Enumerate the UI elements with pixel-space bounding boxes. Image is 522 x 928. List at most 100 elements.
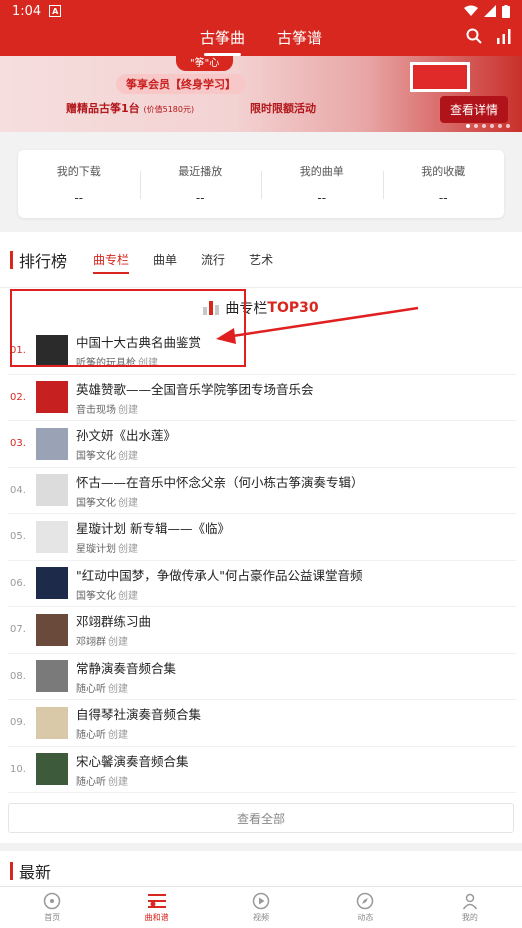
album-name: 中国十大古典名曲鉴赏: [76, 335, 202, 351]
album-name: 常静演奏音频合集: [76, 660, 177, 676]
search-icon[interactable]: [466, 28, 482, 44]
album-cover: [36, 381, 68, 414]
section-divider: [0, 843, 522, 851]
stat-favorites[interactable]: 我的收藏 --: [382, 163, 505, 205]
album-name: 星璇计划 新专辑——《临》: [76, 521, 230, 537]
ranking-row[interactable]: 05. 星璇计划 新专辑——《临》星璇计划 创建: [8, 514, 516, 561]
promo-banner[interactable]: "筝"心 筝享会员【终身学习】 赠精品古筝1台 (价值5180元) 限时限额活动…: [0, 56, 522, 132]
tabbar-feed[interactable]: 动态: [313, 887, 417, 928]
ranking-row-meta: 常静演奏音频合集随心听 创建: [76, 658, 176, 695]
rank-number: 05.: [10, 531, 26, 543]
notification-a-icon: A: [49, 5, 62, 17]
compass-icon: [357, 892, 374, 910]
album-cover: [36, 660, 68, 693]
disc-icon: [43, 892, 61, 910]
ranking-row[interactable]: 09. 自得琴社演奏音频合集随心听 创建: [8, 700, 516, 747]
tab-guzheng-score[interactable]: 古筝谱: [277, 27, 322, 52]
album-author: 听筝的玩具枪 创建: [76, 358, 158, 370]
album-cover: [36, 474, 68, 507]
album-author: 随心听 创建: [76, 730, 128, 742]
latest-header: 最新: [0, 851, 522, 891]
stat-my-playlists[interactable]: 我的曲单 --: [261, 163, 383, 205]
ranking-row[interactable]: 01. 中国十大古典名曲鉴赏 听筝的玩具枪 创建: [8, 328, 516, 375]
ranking-row-meta: 宋心馨演奏音频合集 随心听 创建: [76, 751, 189, 788]
banner-limited: 限时限额活动: [250, 102, 316, 115]
ranking-row-meta: 英雄赞歌——全国音乐学院筝团专场音乐会 音击现场 创建: [76, 379, 314, 416]
rank-number: 06.: [10, 577, 26, 589]
stats-card: 我的下载 -- 最近播放 -- 我的曲单 -- 我的收藏 --: [18, 150, 504, 218]
tab-columns[interactable]: 曲专栏: [93, 251, 130, 274]
chart-icon: [203, 301, 220, 315]
album-name: 孙文妍《出水莲》: [76, 428, 177, 444]
banner-topline: "筝"心: [176, 56, 234, 71]
album-name: 邓翊群练习曲: [76, 614, 152, 630]
ranking-row[interactable]: 04. 怀古——在音乐中怀念父亲（何小栋古筝演奏专辑） 国筝文化 创建: [8, 468, 516, 514]
user-icon: [462, 893, 477, 910]
latest-title: 最新: [19, 863, 52, 882]
tab-art[interactable]: 艺术: [249, 251, 273, 268]
rank-number: 02.: [10, 391, 26, 403]
section-accent-bar: [10, 862, 13, 880]
ranking-row[interactable]: 02. 英雄赞歌——全国音乐学院筝团专场音乐会 音击现场 创建: [8, 375, 516, 421]
album-author: 国筝文化 创建: [76, 590, 138, 602]
ranking-row-meta: 中国十大古典名曲鉴赏听筝的玩具枪 创建: [76, 332, 201, 369]
banner-offer: 赠精品古筝1台 (价值5180元): [66, 102, 195, 115]
top-header: 古筝曲 古筝谱: [0, 22, 522, 56]
ranking-row-meta: 怀古——在音乐中怀念父亲（何小栋古筝演奏专辑） 国筝文化 创建: [76, 472, 364, 509]
music-score-icon: [147, 894, 166, 908]
top30-title: 曲专栏 TOP30: [0, 288, 522, 328]
album-name: 自得琴社演奏音频合集: [76, 707, 202, 723]
album-cover: [36, 706, 68, 739]
ranking-row[interactable]: 08. 常静演奏音频合集随心听 创建: [8, 654, 516, 700]
banner-membership-tag: 筝享会员【终身学习】: [116, 74, 246, 94]
ranking-list: 01. 中国十大古典名曲鉴赏 听筝的玩具枪 创建 02. 英雄赞歌——全国音乐学院筝团专场…: [0, 328, 522, 793]
rank-number: 10.: [10, 763, 26, 775]
ranking-row[interactable]: 06. "红动中国梦，争做传承人"何占豪作品公益课堂音频国筝文化 创建: [8, 561, 516, 607]
ranking-row[interactable]: 03. 孙文妍《出水莲》 国筝文化 创建: [8, 421, 516, 468]
album-name: 怀古——在音乐中怀念父亲（何小栋古筝演奏专辑）: [76, 474, 364, 490]
tab-pop[interactable]: 流行: [201, 251, 225, 268]
status-time: 1:04: [12, 3, 42, 19]
ranking-row[interactable]: 07. 邓翊群练习曲 邓翊群 创建: [8, 607, 516, 654]
stat-recent-plays[interactable]: 最近播放 --: [139, 163, 262, 205]
tabbar-video[interactable]: 视频: [209, 887, 313, 928]
wifi-icon: [464, 5, 478, 16]
video-icon: [252, 892, 270, 910]
album-cover: [36, 613, 68, 646]
tab-playlists[interactable]: 曲单: [153, 251, 177, 268]
rank-number: 03.: [10, 438, 26, 450]
tab-guzheng-music[interactable]: 古筝曲: [200, 27, 245, 56]
album-name: 英雄赞歌——全国音乐学院筝团专场音乐会: [76, 381, 314, 397]
section-accent-bar: [10, 250, 13, 269]
album-author: 随心听 创建: [76, 683, 128, 695]
ranking-bars-icon[interactable]: [496, 28, 512, 44]
ranking-title: 排行榜: [19, 251, 68, 271]
rank-number: 09.: [10, 717, 26, 729]
ranking-row[interactable]: 10. 宋心馨演奏音频合集 随心听 创建: [8, 747, 516, 793]
bottom-tab-bar: 首页 曲和谱 视频 动态 我的: [0, 886, 522, 928]
view-all-button[interactable]: 查看全部: [8, 803, 514, 833]
stat-downloads[interactable]: 我的下载 --: [18, 163, 140, 205]
ranking-row-meta: 星璇计划 新专辑——《临》星璇计划 创建: [76, 518, 230, 555]
tabbar-music-score[interactable]: 曲和谱: [104, 887, 208, 928]
battery-icon: [502, 4, 510, 18]
ranking-row-meta: "红动中国梦，争做传承人"何占豪作品公益课堂音频国筝文化 创建: [76, 565, 363, 602]
album-cover: [36, 334, 68, 367]
tabbar-home[interactable]: 首页: [0, 887, 104, 928]
signal-icon: [484, 5, 496, 17]
banner-pagination: [466, 124, 510, 128]
view-details-button[interactable]: 查看详情: [439, 96, 508, 123]
status-bar: 1:04 A: [0, 0, 522, 22]
rank-number: 08.: [10, 670, 26, 682]
album-cover: [36, 520, 68, 553]
album-name: "红动中国梦，争做传承人"何占豪作品公益课堂音频: [76, 567, 363, 583]
banner-decoration: [410, 62, 470, 92]
ranking-header: 排行榜 曲专栏 曲单 流行 艺术: [0, 232, 522, 288]
tabbar-profile[interactable]: 我的: [418, 887, 522, 928]
album-author: 星璇计划 创建: [76, 544, 138, 556]
stats-section: 我的下载 -- 最近播放 -- 我的曲单 -- 我的收藏 --: [0, 132, 522, 232]
ranking-row-meta: 孙文妍《出水莲》 国筝文化 创建: [76, 425, 176, 462]
album-author: 国筝文化 创建: [76, 497, 138, 509]
album-cover: [36, 567, 68, 600]
album-cover: [36, 427, 68, 460]
